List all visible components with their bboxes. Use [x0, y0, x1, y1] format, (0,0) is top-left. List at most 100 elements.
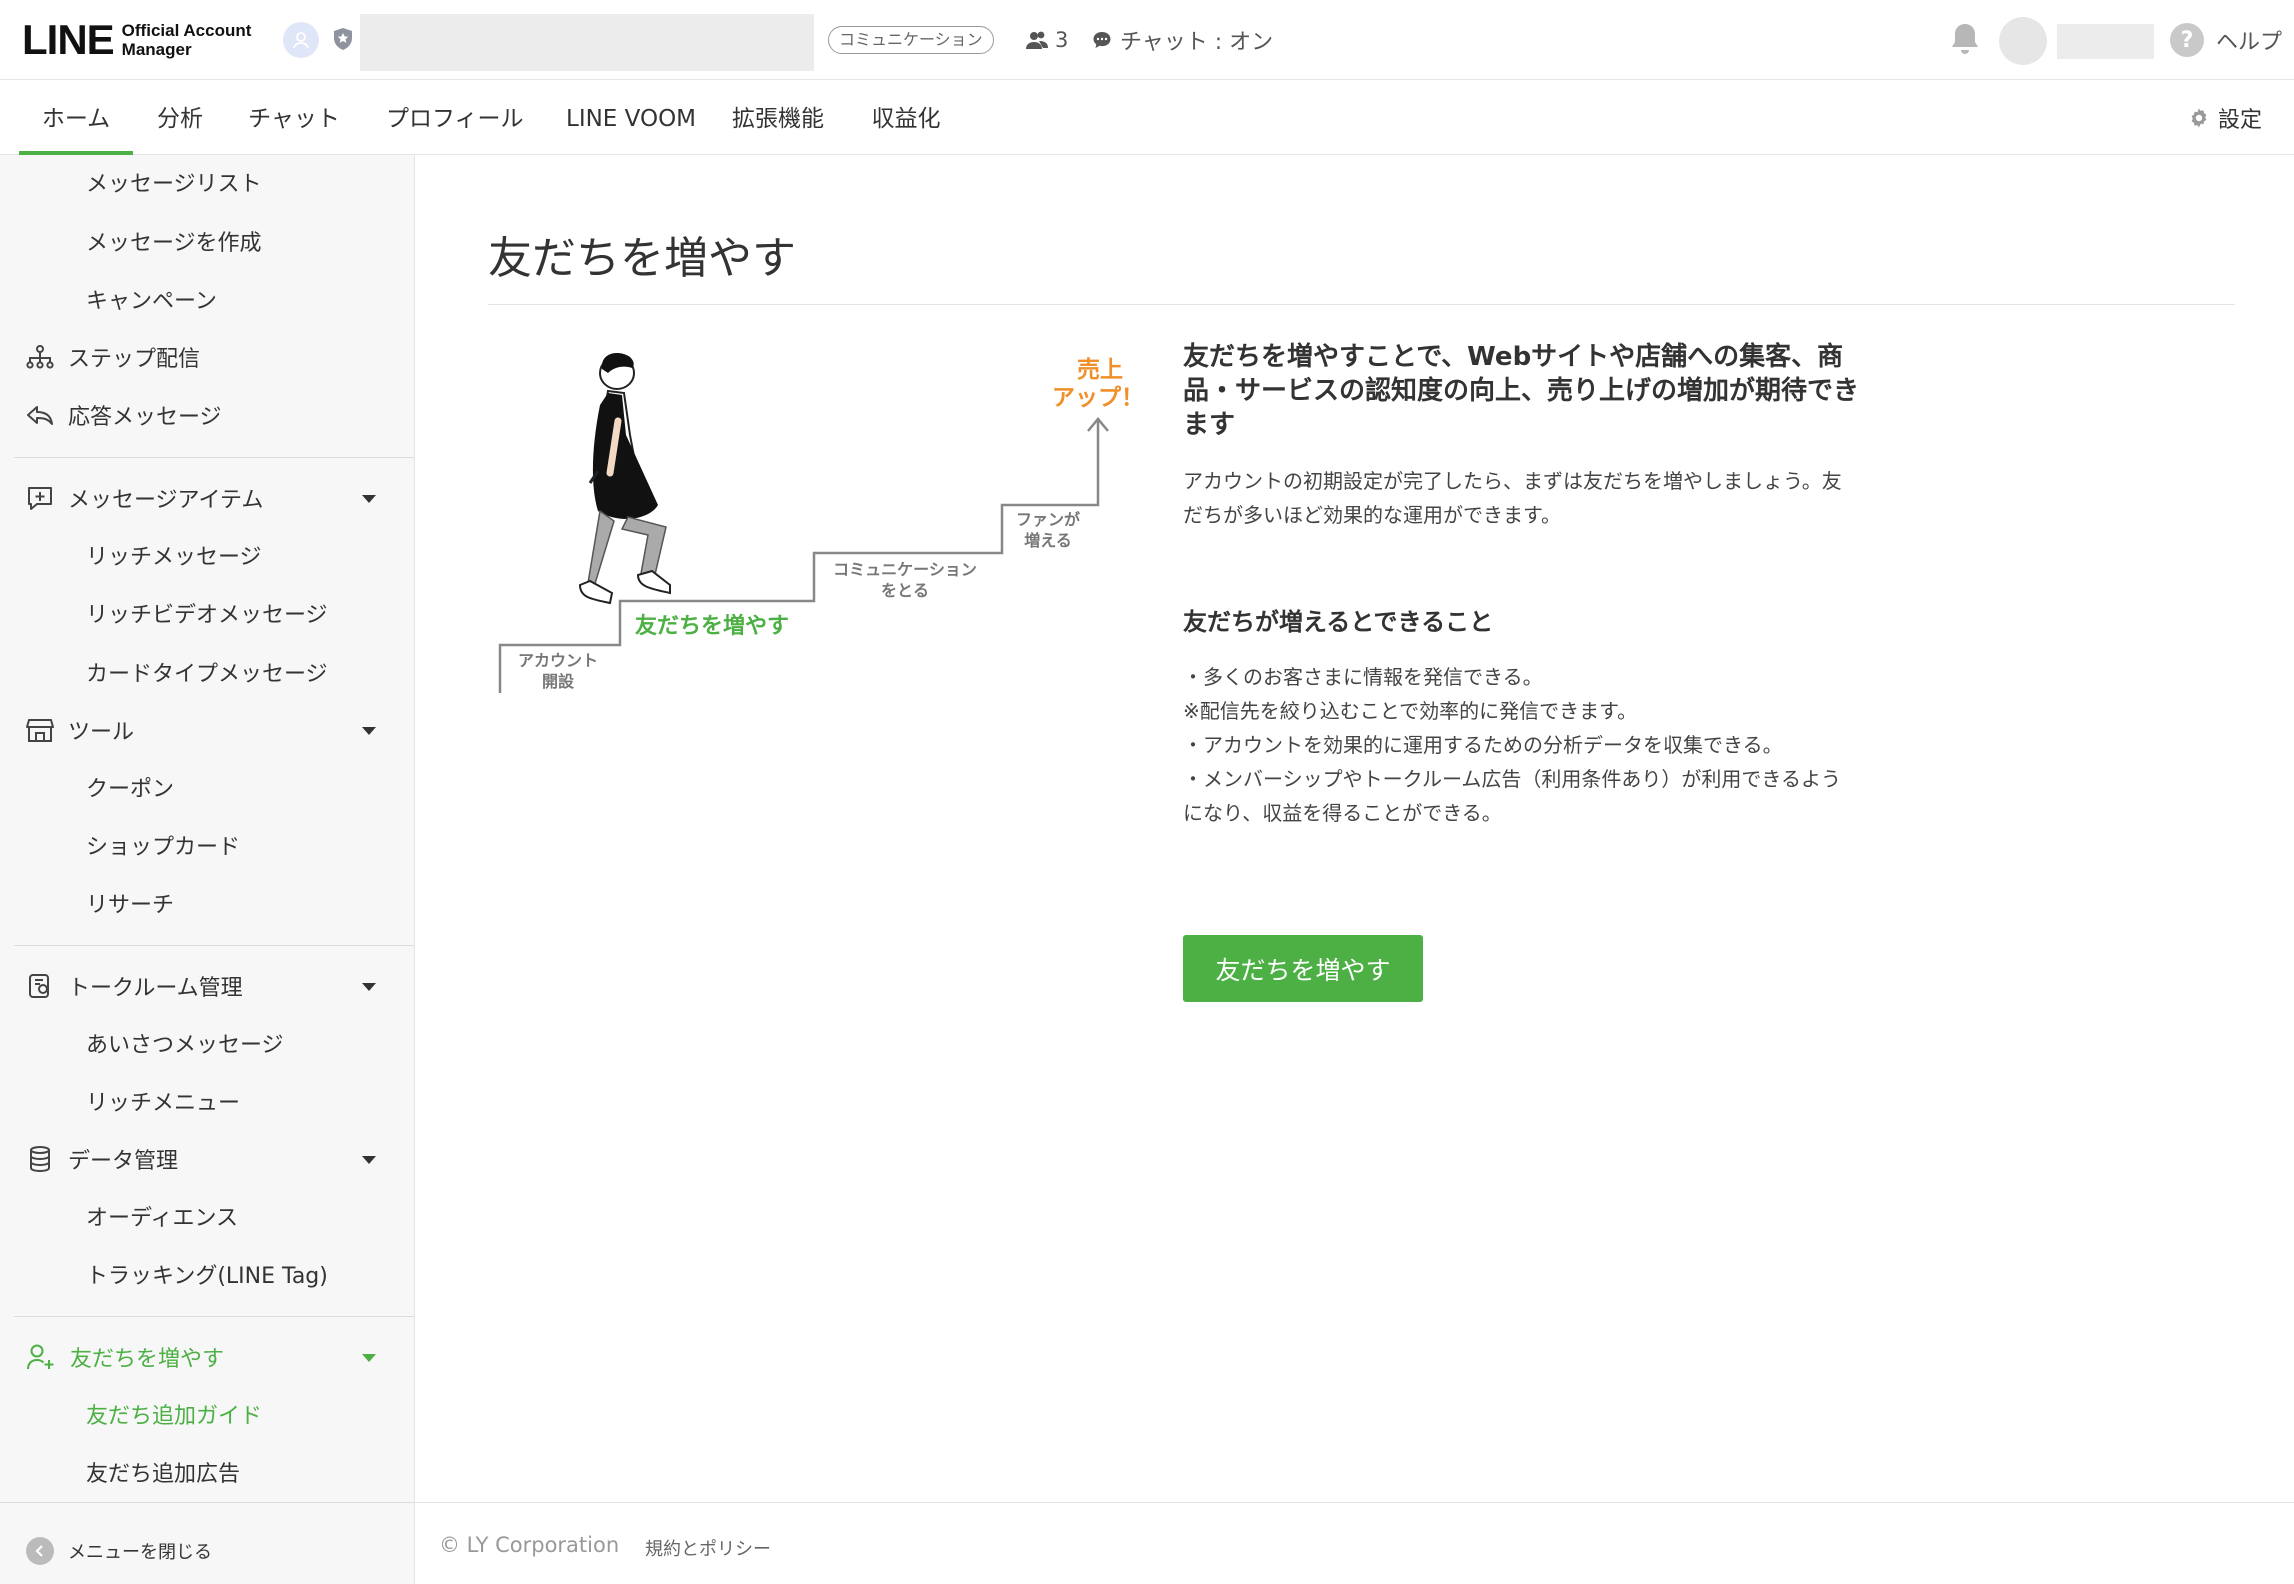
- settings-link[interactable]: 設定: [2188, 80, 2262, 155]
- tab-home[interactable]: ホーム: [19, 80, 133, 155]
- sidebar-item-shop-card[interactable]: ショップカード: [86, 825, 240, 865]
- sidebar-item-label: ツール: [68, 720, 135, 745]
- sidebar-item-message-items[interactable]: メッセージアイテム: [26, 478, 263, 518]
- benefits-heading: 友だちが増えるとできること: [1183, 608, 1494, 636]
- sidebar-item-increase-friends[interactable]: 友だちを増やす: [26, 1337, 224, 1377]
- chevron-left-icon: [26, 1537, 54, 1565]
- account-name-redacted[interactable]: [360, 14, 814, 71]
- close-menu-button[interactable]: メニューを閉じる: [26, 1533, 212, 1569]
- step-label-increase-friends: 友だちを増やす: [635, 613, 789, 639]
- verified-shield-icon: [333, 27, 353, 55]
- reply-icon: [27, 406, 53, 425]
- tab-chat[interactable]: チャット: [248, 80, 340, 155]
- sidebar-item-label: メッセージアイテム: [68, 488, 264, 513]
- sidebar-divider: [0, 1502, 414, 1503]
- sidebar-item-label: ステップ配信: [68, 347, 201, 372]
- friend-count-value: 3: [1055, 28, 1069, 52]
- sidebar-item-chat-room[interactable]: トークルーム管理: [26, 966, 243, 1006]
- line-oa-manager-logo[interactable]: LINE Official Account Manager: [22, 18, 251, 62]
- friends-icon: [1026, 31, 1048, 49]
- intro-paragraph: アカウントの初期設定が完了したら、まずは友だちを増やしましょう。友だちが多いほど…: [1183, 469, 1842, 527]
- sidebar-divider: [14, 945, 414, 946]
- chat-status[interactable]: チャット : オン: [1092, 24, 1273, 56]
- sidebar-item-audience[interactable]: オーディエンス: [86, 1196, 238, 1236]
- add-box-icon: [28, 487, 52, 510]
- sidebar-item-label: データ管理: [68, 1149, 179, 1174]
- step-label-communication-line2: をとる: [881, 581, 929, 600]
- page-title: 友だちを増やす: [488, 233, 796, 284]
- logo-wordmark: LINE: [22, 16, 115, 63]
- terms-policy-link[interactable]: 規約とポリシー: [645, 1535, 771, 1561]
- list-item: ・アカウントを効果的に運用するための分析データを収集できる。: [1183, 733, 1783, 757]
- step-label-account-line1: アカウント: [518, 651, 598, 670]
- sidebar-item-rich-message[interactable]: リッチメッセージ: [86, 535, 262, 575]
- app-root: { "header": { "logo_main": "LINE", "logo…: [0, 0, 2294, 1584]
- sidebar-item-label: トークルーム管理: [68, 976, 243, 1001]
- tab-extensions[interactable]: 拡張機能: [732, 80, 824, 155]
- benefits-list: ・多くのお客さまに情報を発信できる。 ※配信先を絞り込むことで効率的に発信できま…: [1183, 660, 1853, 830]
- sidebar-item-rich-video-message[interactable]: リッチビデオメッセージ: [86, 593, 328, 633]
- logo-subtitle-line1: Official Account: [121, 21, 252, 40]
- close-menu-label: メニューを閉じる: [68, 1542, 212, 1563]
- sidebar-item-friend-add-guide[interactable]: 友だち追加ガイド: [86, 1394, 262, 1434]
- account-avatar-icon[interactable]: [283, 22, 319, 58]
- sidebar-item-message-list[interactable]: メッセージリスト: [86, 162, 262, 202]
- tab-profile[interactable]: プロフィール: [386, 80, 524, 155]
- chevron-down-icon[interactable]: [362, 1156, 376, 1164]
- growth-stairs-illustration: アカウント 開設 友だちを増やす コミュニケーション をとる ファンが 増える …: [490, 335, 1150, 709]
- list-item: ・メンバーシップやトークルーム広告（利用条件あり）が利用できるようになり、収益を…: [1183, 767, 1841, 825]
- increase-friends-button[interactable]: 友だちを増やす: [1183, 935, 1423, 1002]
- step-label-account-line2: 開設: [542, 672, 575, 691]
- sidebar-item-tracking[interactable]: トラッキング(LINE Tag): [86, 1254, 328, 1294]
- sidebar-item-rich-menu[interactable]: リッチメニュー: [86, 1081, 240, 1121]
- footer: © LY Corporation 規約とポリシー: [415, 1502, 2294, 1584]
- chat-status-label: チャット : オン: [1120, 30, 1274, 55]
- tab-analytics[interactable]: 分析: [152, 80, 208, 155]
- sidebar-item-campaign[interactable]: キャンペーン: [86, 279, 217, 319]
- user-avatar[interactable]: [1999, 17, 2047, 65]
- goal-label-line2: アップ！: [1052, 385, 1144, 411]
- add-friend-icon: [27, 1344, 54, 1370]
- main-nav: ホーム 分析 チャット プロフィール LINE VOOM 拡張機能 収益化 設定: [0, 80, 2294, 155]
- friend-count[interactable]: 3: [1025, 24, 1068, 56]
- step-label-fans-line1: ファンが: [1016, 510, 1080, 529]
- sidebar-item-create-message[interactable]: メッセージを作成: [86, 221, 262, 261]
- help-link[interactable]: ? ヘルプ: [2170, 22, 2282, 58]
- database-icon: [30, 1146, 50, 1173]
- bell-icon[interactable]: [1950, 22, 1980, 60]
- sidebar-item-greeting-message[interactable]: あいさつメッセージ: [86, 1023, 284, 1063]
- sidebar-item-card-type-message[interactable]: カードタイプメッセージ: [86, 652, 328, 692]
- chevron-down-icon[interactable]: [362, 727, 376, 735]
- step-label-communication-line1: コミュニケーション: [833, 560, 977, 579]
- settings-label: 設定: [2217, 107, 2262, 133]
- gear-icon: [2191, 108, 2207, 127]
- benefit-headline: 友だちを増やすことで、Webサイトや店舗への集客、商品・サービスの認知度の向上、…: [1183, 342, 1860, 440]
- copyright: © LY Corporation: [439, 1533, 620, 1557]
- goal-label-line1: 売上: [1077, 357, 1123, 383]
- logo-subtitle: Official Account Manager: [122, 21, 252, 59]
- sidebar-divider: [14, 457, 414, 458]
- chat-bubble-icon: [1093, 32, 1111, 48]
- user-name-redacted[interactable]: [2057, 24, 2154, 59]
- sidebar-item-step-delivery[interactable]: ステップ配信: [26, 337, 200, 377]
- sidebar-item-data-management[interactable]: データ管理: [26, 1139, 178, 1179]
- chat-room-icon: [29, 974, 49, 998]
- sidebar-item-research[interactable]: リサーチ: [86, 883, 174, 923]
- logo-subtitle-line2: Manager: [121, 40, 192, 59]
- top-header: LINE Official Account Manager コミュニケーション …: [0, 0, 2294, 80]
- sidebar-item-friend-add-ads[interactable]: 友だち追加広告: [86, 1452, 240, 1492]
- sidebar-item-auto-reply[interactable]: 応答メッセージ: [26, 395, 222, 435]
- walking-person-figure: [578, 353, 671, 605]
- help-label: ヘルプ: [2216, 30, 2283, 55]
- store-icon: [26, 719, 54, 742]
- chevron-down-icon[interactable]: [362, 495, 376, 503]
- tab-monetization[interactable]: 収益化: [871, 80, 941, 155]
- title-divider: [488, 304, 2235, 305]
- chevron-down-icon[interactable]: [362, 983, 376, 991]
- list-item: ・多くのお客さまに情報を発信できる。: [1183, 665, 1543, 689]
- chevron-down-icon[interactable]: [362, 1354, 376, 1362]
- tab-line-voom[interactable]: LINE VOOM: [566, 80, 696, 155]
- sidebar-item-label: 応答メッセージ: [68, 405, 222, 430]
- sidebar-item-tools[interactable]: ツール: [26, 710, 134, 750]
- sidebar-item-coupon[interactable]: クーポン: [86, 767, 174, 807]
